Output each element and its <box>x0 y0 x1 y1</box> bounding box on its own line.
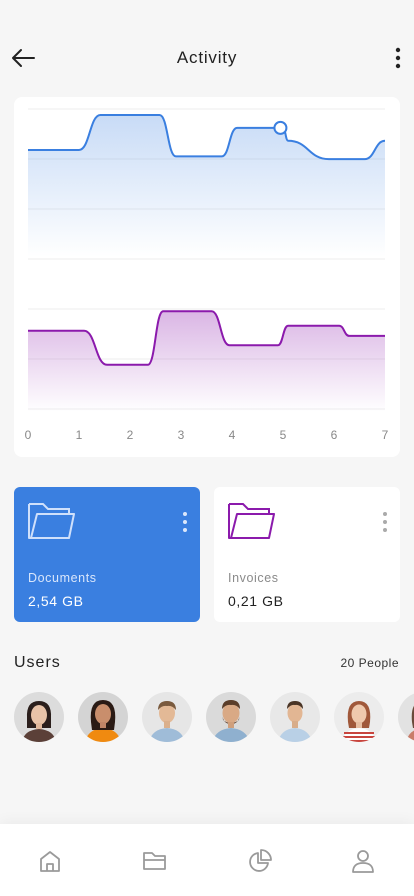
avatar[interactable] <box>398 692 414 742</box>
invoices-card[interactable]: Invoices 0,21 GB <box>214 487 400 622</box>
more-vertical-icon[interactable] <box>182 511 188 533</box>
activity-chart: 0 1 2 3 4 5 6 7 <box>25 108 389 442</box>
users-count[interactable]: 20 People <box>340 656 399 670</box>
highlight-point[interactable] <box>273 120 288 135</box>
folder-icon <box>28 503 75 539</box>
activity-chart-card: 0 1 2 3 4 5 6 7 <box>14 97 400 457</box>
bottom-nav <box>0 824 414 896</box>
folder-icon <box>228 503 275 539</box>
x-tick-label: 3 <box>178 428 185 442</box>
card-label: Documents <box>28 571 97 585</box>
card-size: 2,54 GB <box>28 593 84 609</box>
more-vertical-icon[interactable] <box>394 46 402 70</box>
x-tick-label: 5 <box>280 428 287 442</box>
home-icon[interactable] <box>37 848 63 874</box>
header: Activity <box>0 0 414 100</box>
page-title: Activity <box>176 48 238 67</box>
avatar[interactable] <box>78 692 128 742</box>
users-heading: Users <box>14 654 61 671</box>
series-area <box>28 115 385 257</box>
card-label: Invoices <box>228 571 279 585</box>
user-icon[interactable] <box>350 848 376 874</box>
x-tick-label: 6 <box>331 428 338 442</box>
avatar[interactable] <box>334 692 384 742</box>
avatar[interactable] <box>270 692 320 742</box>
x-tick-label: 1 <box>76 428 83 442</box>
x-tick-label: 4 <box>229 428 236 442</box>
avatar[interactable] <box>206 692 256 742</box>
avatar[interactable] <box>142 692 192 742</box>
documents-card[interactable]: Documents 2,54 GB <box>14 487 200 622</box>
card-size: 0,21 GB <box>228 593 284 609</box>
avatar-list <box>14 692 414 744</box>
x-tick-label: 7 <box>382 428 389 442</box>
pie-chart-icon[interactable] <box>247 848 273 874</box>
more-vertical-icon[interactable] <box>382 511 388 533</box>
avatar[interactable] <box>14 692 64 742</box>
x-tick-label: 0 <box>25 428 32 442</box>
folder-icon[interactable] <box>142 848 168 874</box>
x-tick-label: 2 <box>127 428 134 442</box>
